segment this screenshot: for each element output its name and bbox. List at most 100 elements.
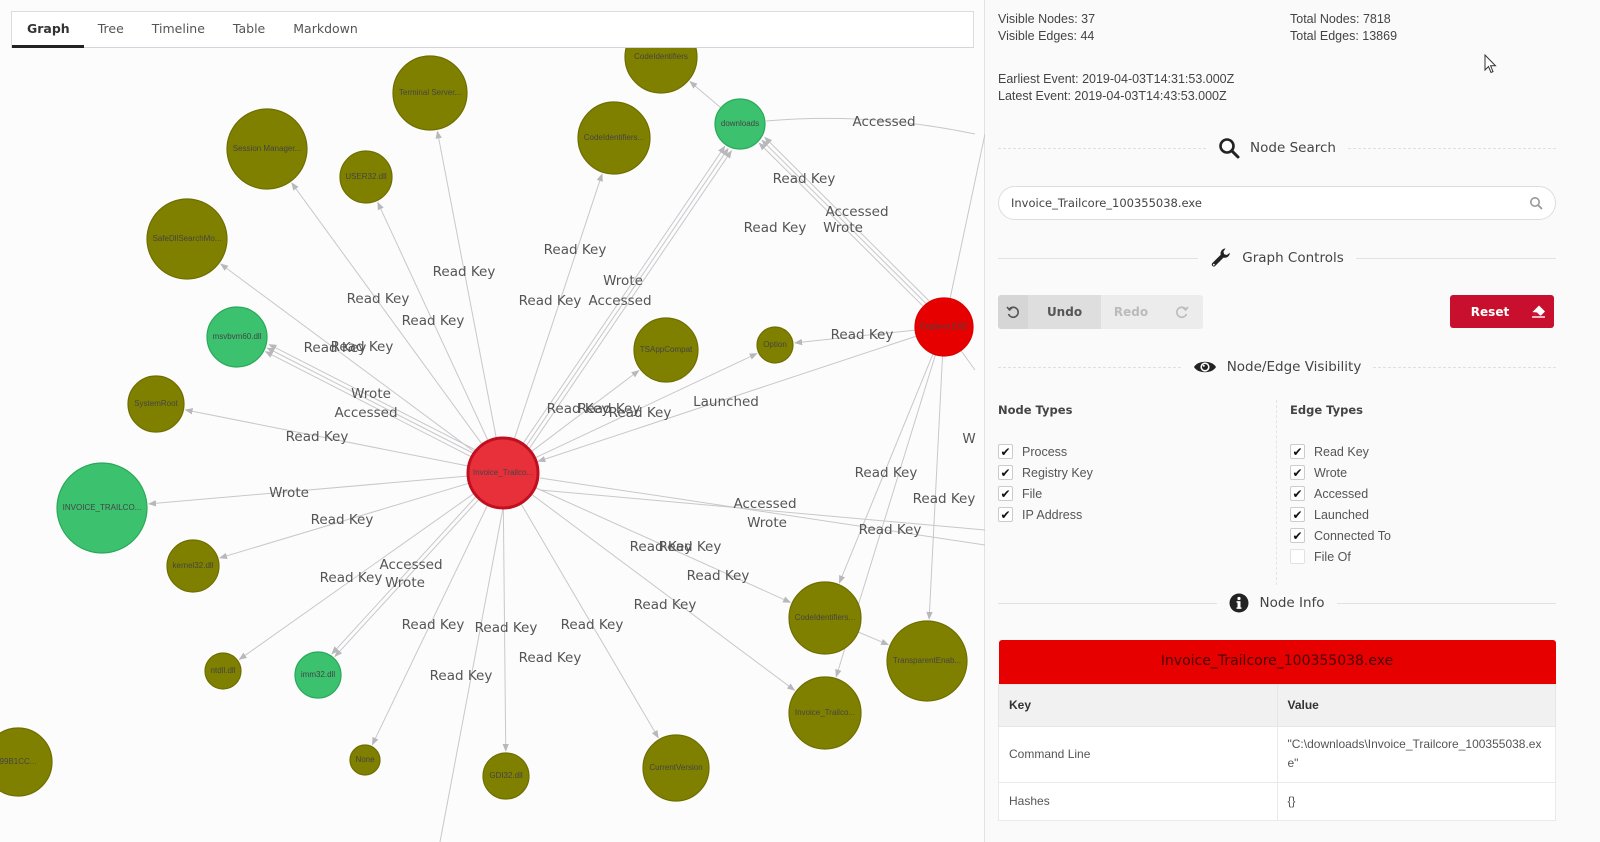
graph-node[interactable]: CodeIdentifiers... xyxy=(577,101,651,175)
graph-node[interactable]: Invoice_Trailco... xyxy=(466,436,540,510)
graph-node[interactable]: downloads xyxy=(714,98,766,150)
checkbox[interactable]: ✔ xyxy=(998,507,1013,522)
edge-label: Accessed xyxy=(588,293,651,309)
edge-label: Read Key xyxy=(609,405,672,421)
value-column-header: Value xyxy=(1276,683,1556,727)
graph-edge[interactable] xyxy=(926,355,944,620)
graph-node[interactable]: ntdll.dll xyxy=(204,652,242,690)
node-label: Option xyxy=(763,340,787,349)
edge-type-file-of[interactable]: File Of xyxy=(1290,546,1391,567)
graph-node[interactable]: CurrentVersion xyxy=(642,734,710,802)
graph-node[interactable]: Option xyxy=(756,326,794,364)
graph-node[interactable]: kernel32.dll xyxy=(166,539,220,593)
checkbox[interactable]: ✔ xyxy=(998,465,1013,480)
graph-node[interactable]: Terminal Server... xyxy=(392,55,468,131)
node-type-ip-address[interactable]: ✔ IP Address xyxy=(998,504,1093,525)
edge-label: Read Key xyxy=(430,668,493,684)
graph-node[interactable]: 99B1CC... xyxy=(0,727,53,797)
graph-edge[interactable] xyxy=(857,631,890,646)
node-type-filters: ✔ Process ✔ Registry Key ✔ File ✔ IP Address xyxy=(998,441,1093,525)
graph-canvas[interactable]: Accessed Read Key Accessed Wrote Read Key Rea… xyxy=(0,0,985,842)
checkbox[interactable]: ✔ xyxy=(1290,465,1305,480)
tab-table[interactable]: Table xyxy=(219,12,279,48)
graph-edge[interactable] xyxy=(435,130,497,439)
undo-redo-group: Undo Redo xyxy=(998,295,1203,329)
node-label: kernel32.dll xyxy=(173,561,214,570)
graph-node[interactable]: None xyxy=(349,744,381,776)
edge-label: Read Key xyxy=(855,465,918,481)
graph-node[interactable]: GDI32.dll xyxy=(482,752,530,800)
edge-label: Wrote xyxy=(351,386,391,402)
undo-button[interactable]: Undo xyxy=(1028,295,1101,329)
undo-icon-button[interactable] xyxy=(998,295,1028,329)
edge-label: Read Key xyxy=(913,491,976,507)
node-search-input[interactable] xyxy=(1011,196,1529,210)
node-label: msvbvm60.dll xyxy=(213,332,262,341)
graph-node[interactable]: SafeDllSearchMo... xyxy=(146,198,228,280)
graph-node[interactable]: SystemRoot xyxy=(127,375,185,433)
node-label: None xyxy=(355,755,375,764)
edge-label: Accessed xyxy=(379,557,442,573)
edge-label: Read Key xyxy=(634,597,697,613)
tab-tree[interactable]: Tree xyxy=(84,12,138,48)
reset-button[interactable]: Reset xyxy=(1450,295,1554,328)
edge-label: Read Key xyxy=(286,429,349,445)
graph-node[interactable]: TransparentEnab... xyxy=(886,620,968,702)
edge-label: Read Key xyxy=(519,650,582,666)
graph-node[interactable]: imm32.dll xyxy=(294,651,342,699)
redo-button[interactable]: Redo xyxy=(1101,295,1161,329)
edge-label: Read Key xyxy=(561,617,624,633)
search-submit-icon[interactable] xyxy=(1529,196,1543,210)
tab-markdown[interactable]: Markdown xyxy=(279,12,372,48)
edge-label: Read Key xyxy=(859,522,922,538)
graph-node[interactable]: Session Manager... xyxy=(226,108,308,190)
latest-event: Latest Event: 2019-04-03T14:43:53.000Z xyxy=(998,89,1227,103)
checkbox[interactable]: ✔ xyxy=(1290,528,1305,543)
eye-icon xyxy=(1193,361,1216,373)
total-nodes-count: Total Nodes: 7818 xyxy=(1290,12,1391,26)
checkbox[interactable]: ✔ xyxy=(1290,507,1305,522)
edge-type-connected-to[interactable]: ✔ Connected To xyxy=(1290,525,1391,546)
node-label: Invoice_Trailco... xyxy=(473,468,533,477)
graph-node[interactable]: TSAppCompat xyxy=(633,317,699,383)
graph-node[interactable]: Invoice_Trailco... xyxy=(788,676,862,750)
column-divider xyxy=(1276,400,1277,585)
reset-button-label: Reset xyxy=(1470,304,1510,319)
edge-type-accessed[interactable]: ✔ Accessed xyxy=(1290,483,1391,504)
graph-node[interactable]: Explorer.EXE xyxy=(914,297,974,357)
earliest-event: Earliest Event: 2019-04-03T14:31:53.000Z xyxy=(998,72,1235,86)
tab-graph[interactable]: Graph xyxy=(12,12,84,48)
edge-label: Read Key xyxy=(831,327,894,343)
edge-label: Read Key xyxy=(744,220,807,236)
edge-type-launched[interactable]: ✔ Launched xyxy=(1290,504,1391,525)
view-tabs: Graph Tree Timeline Table Markdown xyxy=(11,11,974,48)
node-type-file[interactable]: ✔ File xyxy=(998,483,1093,504)
tab-timeline[interactable]: Timeline xyxy=(138,12,219,48)
checkbox[interactable]: ✔ xyxy=(1290,444,1305,459)
edge-label: Read Key xyxy=(773,171,836,187)
node-type-process[interactable]: ✔ Process xyxy=(998,441,1093,462)
edge-label: Read Key xyxy=(402,617,465,633)
graph-node[interactable]: CodeIdentifiers... xyxy=(788,581,862,655)
checkbox[interactable]: ✔ xyxy=(1290,486,1305,501)
checkbox[interactable]: ✔ xyxy=(998,444,1013,459)
graph-edge[interactable] xyxy=(689,81,722,109)
node-label: TransparentEnab... xyxy=(893,656,961,665)
checkbox[interactable] xyxy=(1290,549,1305,564)
key-column-header: Key xyxy=(998,683,1278,727)
info-icon xyxy=(1229,593,1249,613)
graph-node[interactable]: USER32.dll xyxy=(339,150,393,204)
redo-icon-button[interactable] xyxy=(1161,295,1203,329)
graph-node[interactable]: msvbvm60.dll xyxy=(206,306,268,368)
edge-type-read-key[interactable]: ✔ Read Key xyxy=(1290,441,1391,462)
node-info-table: Invoice_Trailcore_100355038.exe Key Valu… xyxy=(998,640,1556,821)
edge-label: Accessed xyxy=(733,496,796,512)
graph-node[interactable]: INVOICE_TRAILCO... xyxy=(56,462,148,554)
node-info-header: Node Info xyxy=(998,593,1557,613)
node-label: SafeDllSearchMo... xyxy=(153,234,222,243)
edge-type-wrote[interactable]: ✔ Wrote xyxy=(1290,462,1391,483)
checkbox[interactable]: ✔ xyxy=(998,486,1013,501)
edge-label: Read Key xyxy=(687,568,750,584)
node-type-registry-key[interactable]: ✔ Registry Key xyxy=(998,462,1093,483)
node-label: Invoice_Trailco... xyxy=(795,708,855,717)
